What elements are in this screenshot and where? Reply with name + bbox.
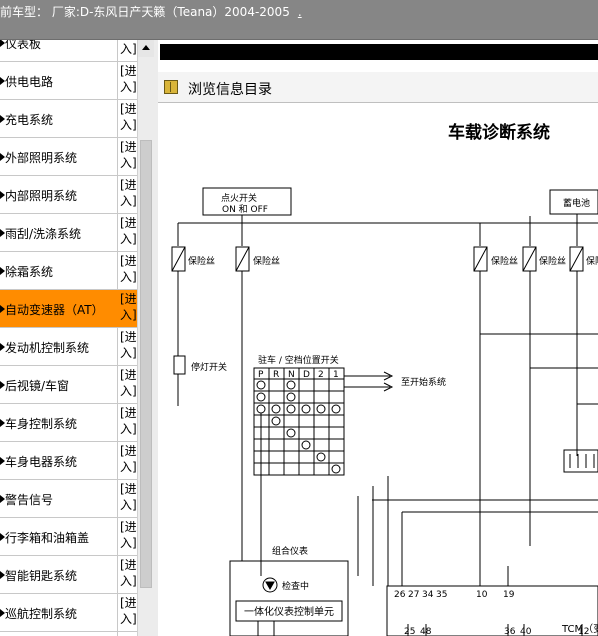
gear-label: 2 <box>318 370 324 380</box>
sidebar-item-label: 发动机控制系统 <box>5 341 90 355</box>
browse-toolbar: 浏览信息目录 <box>158 72 598 103</box>
gear-label: D <box>303 370 310 380</box>
sidebar-item-label: 警告信号 <box>5 493 54 507</box>
list-scrollbar[interactable] <box>137 40 154 636</box>
gear-label: 1 <box>333 370 339 380</box>
meter-unit-label: 一体化仪表控制单元 <box>244 605 334 618</box>
pin-number: 12 <box>578 627 589 636</box>
enter-link[interactable]: [进入] <box>120 253 137 285</box>
sidebar-item-label: 车身电器系统 <box>5 455 78 469</box>
to-starter-label: 至开始系统 <box>401 376 446 388</box>
pin-number: 40 <box>520 627 532 636</box>
scroll-up-arrow-icon <box>142 45 150 50</box>
pin-number: 48 <box>420 627 432 636</box>
sidebar-item[interactable]: 雨刮/洗涤系统 [进入] <box>0 214 137 252</box>
enter-link[interactable]: [进入] <box>120 557 137 589</box>
pin-number: 10 <box>476 590 488 600</box>
sidebar-item[interactable]: 智能钥匙系统 [进入] <box>0 556 137 594</box>
sidebar-item[interactable]: 车身电器系统 [进入] <box>0 442 137 480</box>
sidebar-item-label: 内部照明系统 <box>5 189 78 203</box>
sidebar-item[interactable]: 发动机控制系统 [进入] <box>0 328 137 366</box>
sidebar-item[interactable]: 外部照明系统 [进入] <box>0 138 137 176</box>
enter-link[interactable]: [进入] <box>120 329 137 361</box>
scroll-up-button[interactable] <box>138 40 154 57</box>
enter-link[interactable]: [进入] <box>120 443 137 475</box>
pin-number: 27 <box>408 590 419 600</box>
enter-link[interactable]: [进入] <box>120 101 137 133</box>
browse-directory-link[interactable]: 浏览信息目录 <box>188 79 272 99</box>
wiring-diagram: 车载诊断系统 点火开关 ON 和 OFF 蓄电池 保险丝 保险丝 保险丝 保险丝… <box>158 106 598 636</box>
enter-link[interactable]: [进入] <box>120 291 137 323</box>
sidebar-item[interactable]: 警告信号 [进入] <box>0 480 137 518</box>
sidebar-item-label: 行李箱和油箱盖 <box>5 531 90 545</box>
enter-link[interactable]: [进入] <box>120 177 137 209</box>
sidebar-item[interactable]: 内部照明系统 [进入] <box>0 176 137 214</box>
enter-link[interactable]: [进入] <box>120 367 137 399</box>
fuse-label-3: 保险丝 <box>491 255 518 267</box>
sidebar-item-label: 充电系统 <box>5 113 54 127</box>
sidebar-item[interactable]: 后视镜/车窗 [进入] <box>0 366 137 404</box>
fuse-label-1: 保险丝 <box>188 255 215 267</box>
enter-link[interactable]: [进入] <box>120 405 137 437</box>
pin-number: 19 <box>503 590 515 600</box>
sidebar-item-label: 后视镜/车窗 <box>5 379 70 393</box>
header-bar: 前车型： 厂家:D-东风日产天籁（Teana）2004-2005. <box>0 0 598 40</box>
header-link[interactable]: . <box>298 5 302 19</box>
sidebar-item-label: 外部照明系统 <box>5 151 78 165</box>
content-header-bar <box>160 44 598 60</box>
sidebar-item[interactable]: 自动变速器（AT） [进入] <box>0 290 137 328</box>
enter-link[interactable]: [进入] <box>120 40 137 57</box>
sidebar-item[interactable]: 供电电路 [进入] <box>0 62 137 100</box>
enter-link[interactable]: [进入] <box>120 139 137 171</box>
scroll-thumb[interactable] <box>140 140 152 588</box>
fuse-label-2: 保险丝 <box>253 255 280 267</box>
sidebar-item-label: 智能钥匙系统 <box>5 569 78 583</box>
sidebar-item[interactable]: 充电系统 [进入] <box>0 100 137 138</box>
battery-label: 蓄电池 <box>563 197 590 209</box>
ignition-state-label: ON 和 OFF <box>222 204 268 215</box>
diagram-title: 车载诊断系统 <box>448 122 550 143</box>
pin-number: 36 <box>504 627 516 636</box>
sidebar-item-label: 供电电路 <box>5 75 54 89</box>
sidebar-item[interactable]: 仪表板 [进入] <box>0 40 137 62</box>
sidebar-item[interactable]: 行李箱和油箱盖 [进入] <box>0 518 137 556</box>
pin-number: 25 <box>404 627 415 636</box>
fuse-label-4: 保险丝 <box>539 255 566 267</box>
enter-link[interactable]: [进入] <box>120 63 137 95</box>
sidebar-item[interactable]: 巡航控制系统 [进入] <box>0 594 137 632</box>
ignition-switch-label: 点火开关 <box>221 192 257 204</box>
stop-lamp-switch-label: 停灯开关 <box>191 361 227 373</box>
sidebar-item-label: 除霜系统 <box>5 265 54 279</box>
sidebar-item-label: 仪表板 <box>5 40 42 51</box>
fuse-label-5: 保险丝 <box>586 255 598 267</box>
pin-number: 35 <box>436 590 447 600</box>
book-icon[interactable] <box>164 80 178 94</box>
sidebar-item-label: 巡航控制系统 <box>5 607 78 621</box>
pin-number: 34 <box>422 590 434 600</box>
enter-link[interactable]: [进入] <box>120 481 137 513</box>
content-pane: 浏览信息目录 车载诊断系统 点火开关 ON 和 OFF 蓄电池 保险丝 保险丝 … <box>158 40 598 636</box>
gear-label: R <box>273 370 279 380</box>
park-neutral-switch-label: 驻车 / 空档位置开关 <box>258 354 339 366</box>
enter-link[interactable]: [进入] <box>120 595 137 627</box>
enter-link[interactable]: [进入] <box>120 215 137 247</box>
gear-label: P <box>258 370 264 380</box>
sidebar-item-label: 自动变速器（AT） <box>5 303 104 317</box>
vehicle-title: 前车型： 厂家:D-东风日产天籁（Teana）2004-2005 <box>0 5 290 19</box>
gear-label: N <box>288 370 295 380</box>
combination-meter-label: 组合仪表 <box>272 545 308 557</box>
sidebar-item[interactable]: 除霜系统 [进入] <box>0 252 137 290</box>
check-lamp-label: 检查中 <box>282 580 309 592</box>
sidebar-item-label: 车身控制系统 <box>5 417 78 431</box>
enter-link[interactable]: [进入] <box>120 519 137 551</box>
diagram-canvas: 车载诊断系统 点火开关 ON 和 OFF 蓄电池 保险丝 保险丝 保险丝 保险丝… <box>171 122 598 636</box>
sidebar-item[interactable]: 车身控制系统 [进入] <box>0 404 137 442</box>
sidebar-item-label: 雨刮/洗涤系统 <box>5 227 82 241</box>
pin-number: 26 <box>394 590 406 600</box>
system-list: 仪表板 [进入] 供电电路 [进入] 充电系统 [进入] 外部照明系统 [进入] 内部照明系统 [… <box>0 40 137 636</box>
